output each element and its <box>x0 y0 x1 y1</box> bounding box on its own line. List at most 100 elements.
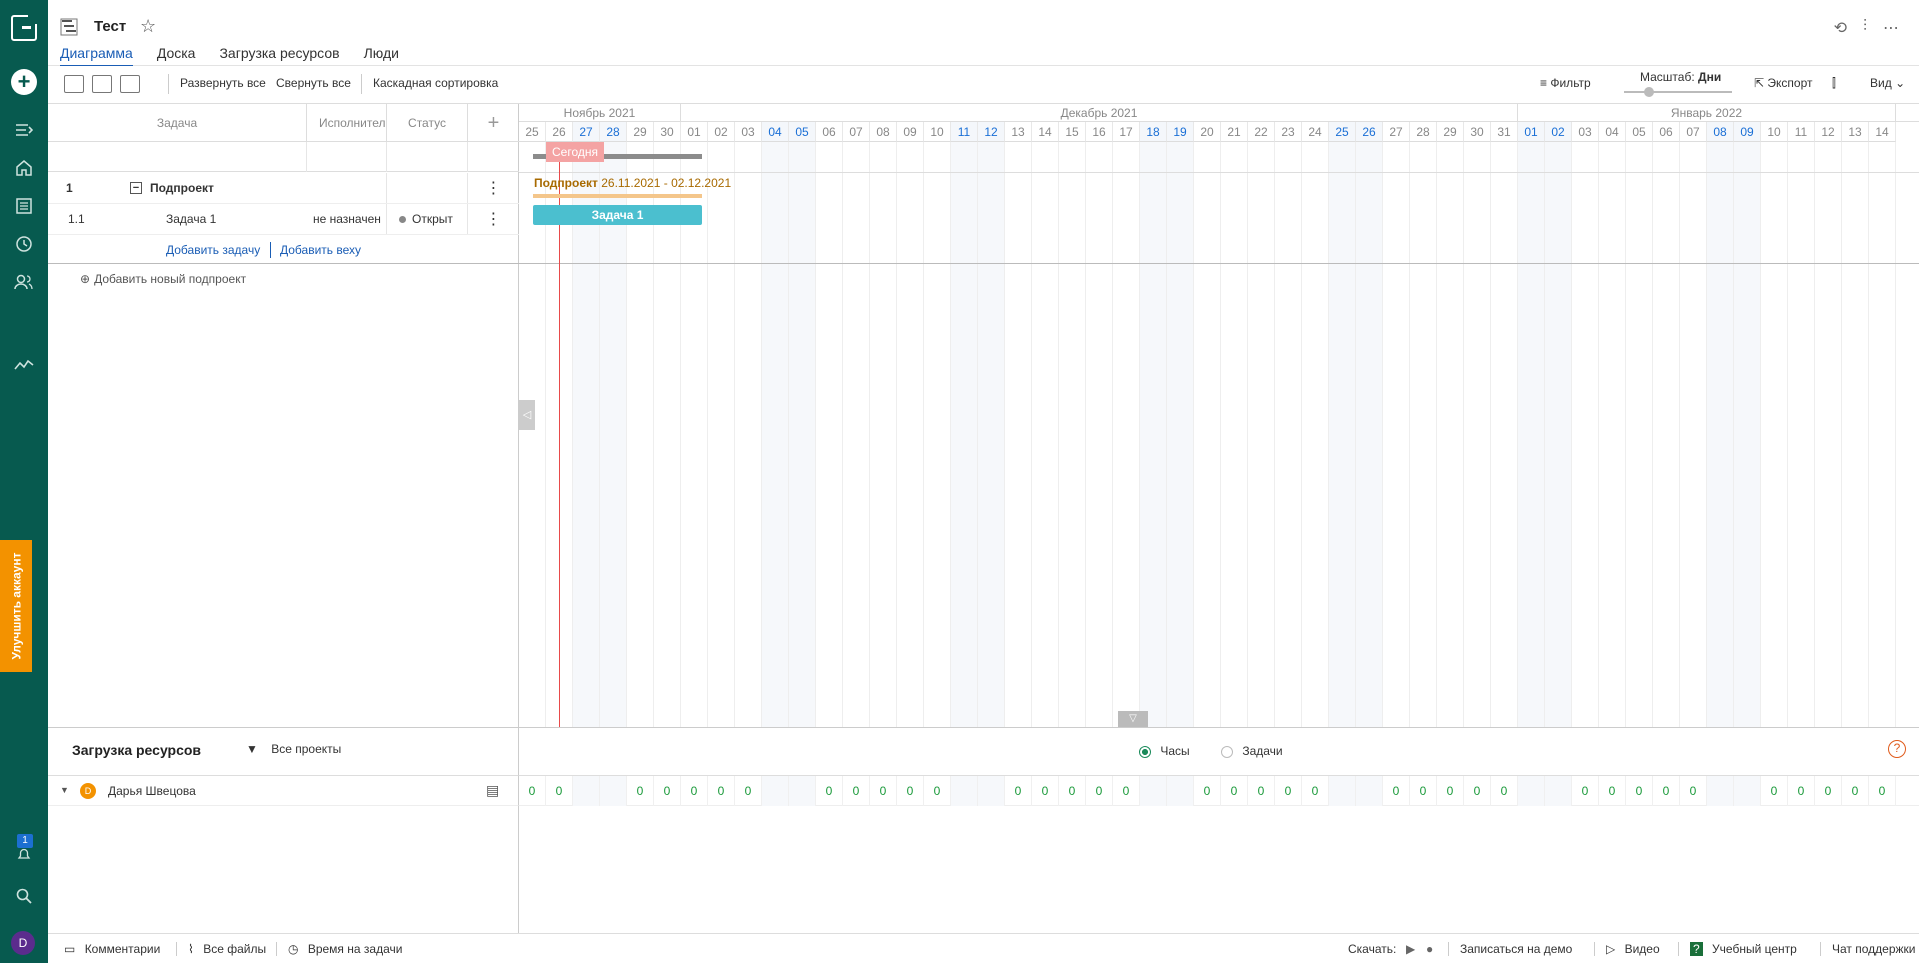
row-menu-icon[interactable]: ⋮ <box>468 173 519 203</box>
scale-label: Масштаб: <box>1640 70 1695 84</box>
assignee-cell <box>307 173 387 203</box>
tasks-button[interactable] <box>0 188 48 224</box>
time-button[interactable] <box>0 226 48 262</box>
home-button[interactable] <box>0 150 48 186</box>
view-dropdown[interactable]: Вид ⌄ <box>1870 76 1905 90</box>
analytics-button[interactable] <box>0 346 48 382</box>
settings-sliders-icon[interactable]: ⫶ <box>1863 18 1867 38</box>
video-button[interactable]: ▷ Видео <box>1606 942 1660 956</box>
calendar-icon[interactable]: ▤ <box>486 782 499 799</box>
projects-filter-dropdown[interactable]: ▼ Все проекты <box>246 742 341 756</box>
learning-center-button[interactable]: ? Учебный центр <box>1690 942 1797 956</box>
tab-board[interactable]: Доска <box>157 45 196 67</box>
empty-row <box>48 142 519 172</box>
gantt-chart: Ноябрь 2021 Декабрь 2021 Январь 2022 25 26 2… <box>519 104 1919 727</box>
favorite-star-icon[interactable]: ☆ <box>140 16 156 37</box>
filter-button[interactable]: ≡ Фильтр <box>1540 76 1591 90</box>
task-row[interactable]: 1.1 Задача 1 не назначен Открыт ⋮ <box>48 203 519 234</box>
mode-tasks-radio[interactable]: Задачи <box>1221 744 1283 758</box>
tab-gantt[interactable]: Диаграмма <box>60 45 133 67</box>
expand-all-button[interactable]: Развернуть все <box>180 76 266 90</box>
collapse-icon[interactable]: − <box>130 182 142 194</box>
paperclip-icon: ⌇ <box>188 942 194 956</box>
col-task-header[interactable]: Задача <box>48 104 307 142</box>
video-label: Видео <box>1624 942 1660 956</box>
tab-workload[interactable]: Загрузка ресурсов <box>219 45 339 67</box>
day-column <box>1653 142 1680 727</box>
grid-header: Задача Исполнитель Статус + <box>48 104 519 142</box>
day-column <box>1329 142 1356 727</box>
history-icon[interactable]: ⟲ <box>1834 18 1847 38</box>
export-button[interactable]: ⇱ Экспорт <box>1754 76 1813 90</box>
add-task-icon[interactable] <box>64 75 84 93</box>
add-milestone-link[interactable]: Добавить веху <box>280 235 400 265</box>
workload-cell: 0 <box>762 776 789 806</box>
workload-cell: 0 <box>654 776 681 806</box>
add-column-button[interactable]: + <box>468 104 519 142</box>
task-details-icon[interactable] <box>92 75 112 93</box>
subproject-bar-label[interactable]: Подпроект 26.11.2021 - 02.12.2021 <box>534 176 731 190</box>
all-files-button[interactable]: ⌇ Все файлы <box>188 942 266 956</box>
day-column <box>1221 142 1248 727</box>
day-column <box>1140 142 1167 727</box>
google-play-icon[interactable]: ▶ <box>1406 942 1415 956</box>
workload-cell: 0 <box>681 776 708 806</box>
user-avatar[interactable]: D <box>11 931 35 955</box>
app-logo[interactable] <box>0 8 48 48</box>
col-status-header[interactable]: Статус <box>387 104 468 142</box>
day-label: 26 <box>1356 122 1383 142</box>
day-label: 18 <box>1140 122 1167 142</box>
scale-slider-knob[interactable] <box>1644 87 1654 97</box>
row-number: 1 <box>66 181 73 195</box>
today-label: Сегодня <box>546 142 604 162</box>
subproject-bar[interactable] <box>533 194 702 198</box>
time-tracking-button[interactable]: ◷ Время на задачи <box>288 942 402 956</box>
row-menu-icon[interactable]: ⋮ <box>468 204 519 234</box>
day-column <box>1491 142 1518 727</box>
more-options-icon[interactable]: ⋯ <box>1883 18 1899 38</box>
status-dot-icon <box>399 215 406 223</box>
day-label: 27 <box>1383 122 1410 142</box>
resource-row[interactable]: ▼ D Дарья Швецова ▤ <box>48 776 519 806</box>
col-assignee-header[interactable]: Исполнитель <box>307 104 387 142</box>
collapse-all-button[interactable]: Свернуть все <box>276 76 351 90</box>
subproject-bar-name: Подпроект <box>534 176 598 190</box>
task-name[interactable]: Задача 1 <box>166 204 307 234</box>
day-label: 22 <box>1248 122 1275 142</box>
collapse-menu-button[interactable] <box>0 112 48 148</box>
task-bar[interactable]: Задача 1 <box>533 205 702 225</box>
upgrade-account-button[interactable]: Улучшить аккаунт <box>0 540 32 672</box>
day-label: 25 <box>519 122 546 142</box>
expand-caret-icon[interactable]: ▼ <box>60 785 69 795</box>
people-button[interactable] <box>0 264 48 300</box>
day-label: 19 <box>1167 122 1194 142</box>
columns-icon[interactable]: ⫿ <box>1832 76 1836 91</box>
create-button[interactable]: + <box>0 64 48 100</box>
apple-icon[interactable]: ● <box>1426 942 1433 956</box>
help-icon[interactable]: ? <box>1888 740 1906 758</box>
status-label: Открыт <box>412 212 453 226</box>
day-column <box>1383 142 1410 727</box>
mode-hours-radio[interactable]: Часы <box>1139 744 1190 758</box>
comments-button[interactable]: ▭ Комментарии <box>64 942 160 956</box>
export-icon: ⇱ <box>1754 76 1765 90</box>
support-chat-button[interactable]: Чат поддержки <box>1832 942 1915 956</box>
tab-people[interactable]: Люди <box>364 45 399 67</box>
subproject-name-cell[interactable]: − Подпроект <box>130 173 307 203</box>
task-status[interactable]: Открыт <box>387 204 468 234</box>
add-subproject-button[interactable]: ⊕ Добавить новый подпроект <box>80 264 320 294</box>
workload-cell: 0 <box>600 776 627 806</box>
task-assignee[interactable]: не назначен <box>307 204 387 234</box>
book-demo-button[interactable]: Записаться на демо <box>1460 942 1572 956</box>
workload-cell: 0 <box>1059 776 1086 806</box>
scale-value: Дни <box>1698 70 1722 84</box>
add-milestone-label: Добавить веху <box>280 243 362 257</box>
hierarchy-icon[interactable] <box>120 75 140 93</box>
search-button[interactable] <box>0 878 48 914</box>
chevron-down-icon: ⌄ <box>1895 76 1906 90</box>
collapse-grid-icon[interactable]: ◁ <box>519 400 535 430</box>
expand-panel-icon[interactable]: ▽ <box>1118 711 1148 727</box>
cascade-sort-button[interactable]: Каскадная сортировка <box>373 76 498 90</box>
scale-slider[interactable] <box>1624 87 1732 97</box>
subproject-row[interactable]: 1 − Подпроект ⋮ <box>48 173 519 203</box>
